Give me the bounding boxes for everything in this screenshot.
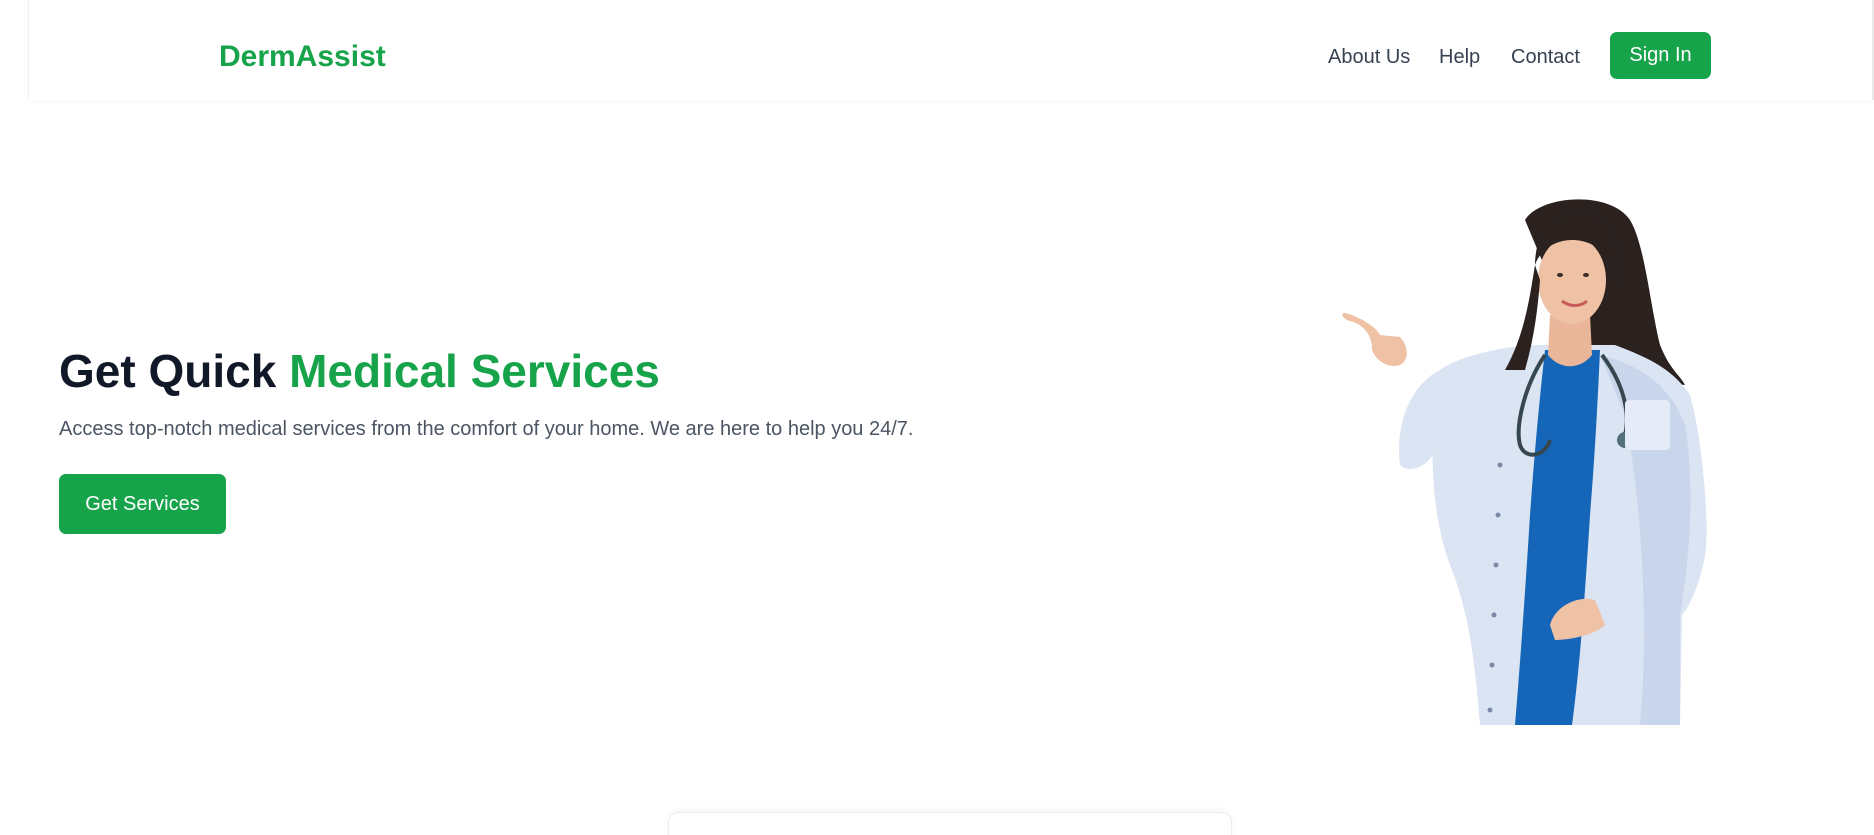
nav-about-us-link[interactable]: About Us	[1328, 46, 1410, 69]
doctor-illustration	[1342, 199, 1707, 725]
sign-in-button[interactable]: Sign In	[1610, 32, 1711, 79]
site-header: DermAssist About Us Help Contact Sign In	[28, 0, 1874, 100]
hero-description: Access top-notch medical services from t…	[59, 418, 914, 440]
hero-title-part1: Get Quick	[59, 345, 277, 397]
hero-title: Get Quick Medical Services	[59, 344, 660, 398]
nav-help-link[interactable]: Help	[1439, 46, 1480, 69]
logo[interactable]: DermAssist	[219, 40, 386, 74]
nav-contact-link[interactable]: Contact	[1511, 46, 1580, 69]
bottom-card-preview	[668, 812, 1232, 835]
get-services-button[interactable]: Get Services	[59, 474, 226, 534]
page: DermAssist About Us Help Contact Sign In…	[0, 0, 1874, 835]
hero-title-accent: Medical Services	[289, 345, 660, 397]
